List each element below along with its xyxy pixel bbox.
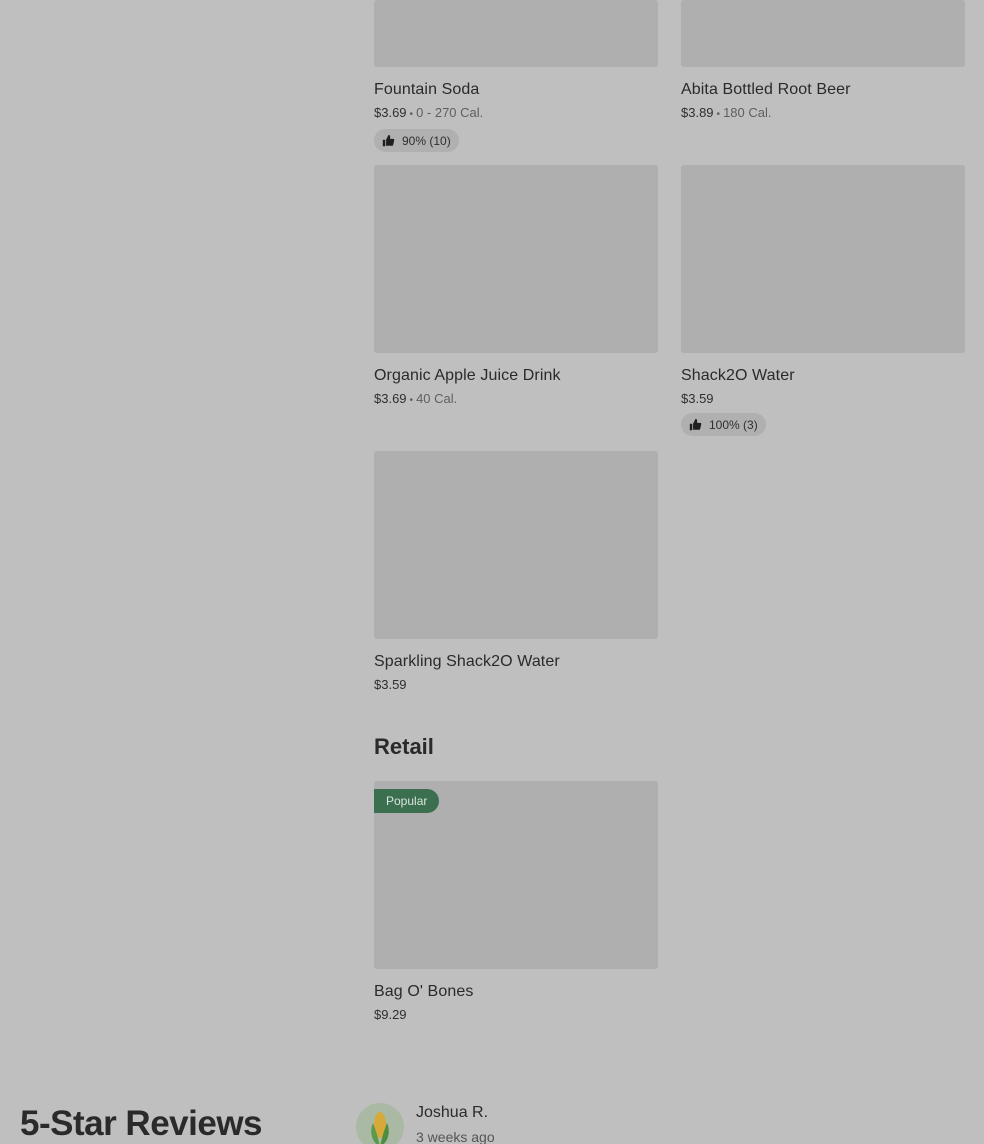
thumbs-up-icon [382,134,395,147]
retail-item-card[interactable]: Popular Bag O' Bones $9.29 [374,781,658,1023]
menu-item-price: $3.59 [681,391,714,406]
menu-item-card[interactable]: Fountain Soda $3.69 • 0 - 270 Cal. 90% (10… [374,0,658,152]
reviewer-avatar [356,1103,404,1144]
section-title-retail: Retail [374,734,434,759]
menu-item-meta: $3.59 [374,677,658,693]
menu-item-image[interactable] [374,0,658,67]
popular-badge: Popular [374,789,440,813]
menu-item-meta: $3.69 • 40 Cal. [374,391,658,409]
menu-item-meta: $3.59 [681,391,965,407]
menu-item-card[interactable]: Organic Apple Juice Drink $3.69 • 40 Cal. [374,165,658,409]
menu-item-name: Abita Bottled Root Beer [681,81,851,98]
menu-item-price: $3.69 [374,391,407,406]
menu-item-card[interactable]: Sparkling Shack2O Water $3.59 [374,451,658,693]
menu-item-name: Shack2O Water [681,367,795,384]
menu-item-card[interactable]: Shack2O Water $3.59 100% (3) [681,165,965,436]
menu-item-price: $3.59 [374,677,407,692]
review-timestamp: 3 weeks ago [416,1129,495,1144]
reviewer-name: Joshua R. [416,1104,489,1121]
menu-item-price: $3.89 [681,105,714,120]
menu-item-price: $9.29 [374,1007,407,1022]
separator-dot: • [716,109,721,120]
rating-text: 100% (3) [709,417,758,432]
menu-item-meta: $9.29 [374,1007,658,1023]
menu-item-calories: 180 Cal. [723,105,772,120]
menu-item-calories: 0 - 270 Cal. [416,105,484,120]
reviews-section-title: 5-Star Reviews [20,1104,263,1143]
menu-item-card[interactable]: Abita Bottled Root Beer $3.89 • 180 Cal. [681,0,965,123]
rating-text: 90% (10) [402,133,451,148]
menu-item-name: Sparkling Shack2O Water [374,653,560,670]
separator-dot: • [409,109,414,120]
menu-item-name: Bag O' Bones [374,983,474,1000]
separator-dot: • [409,395,414,406]
menu-item-meta: $3.69 • 0 - 270 Cal. [374,105,658,123]
rating-badge: 90% (10) [374,129,459,152]
menu-item-image[interactable] [374,451,658,639]
menu-item-image[interactable] [681,0,965,67]
menu-item-meta: $3.89 • 180 Cal. [681,105,965,123]
rating-badge: 100% (3) [681,413,766,436]
menu-item-image[interactable] [681,165,965,353]
menu-item-name: Organic Apple Juice Drink [374,367,561,384]
menu-item-calories: 40 Cal. [416,391,458,406]
corn-icon [371,1112,389,1144]
menu-item-image[interactable]: Popular [374,781,658,969]
menu-item-image[interactable] [374,165,658,353]
menu-item-price: $3.69 [374,105,407,120]
thumbs-up-icon [689,418,702,431]
menu-item-name: Fountain Soda [374,81,480,98]
